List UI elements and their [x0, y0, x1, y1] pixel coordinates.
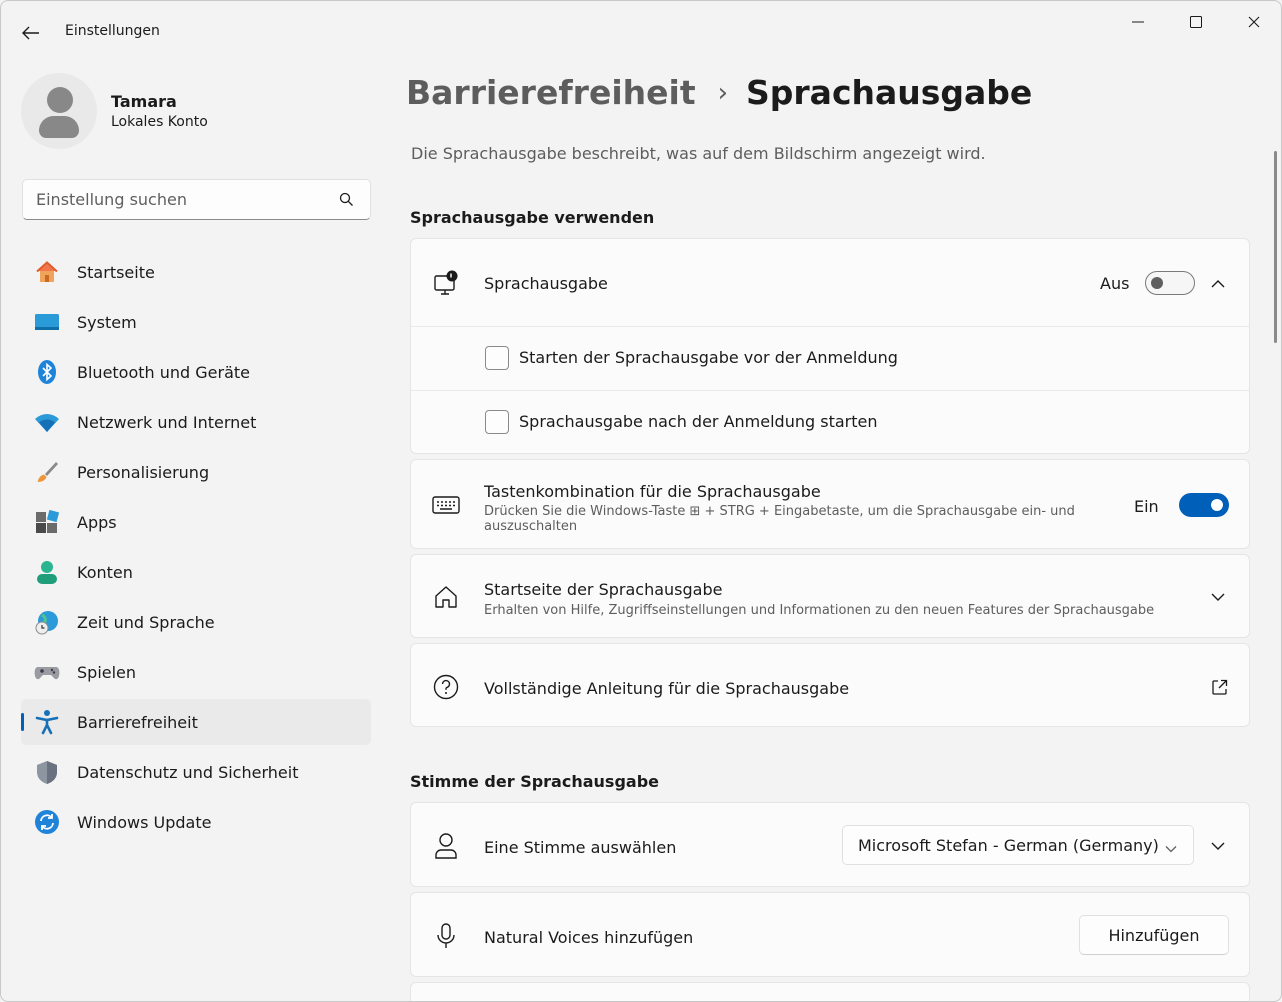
app-title: Einstellungen: [65, 23, 160, 39]
apps-icon: [33, 508, 61, 536]
person-icon: [33, 558, 61, 586]
accessibility-icon: [33, 708, 61, 736]
close-icon: [1248, 16, 1260, 28]
breadcrumb: Barrierefreiheit › Sprachausgabe: [406, 73, 1032, 112]
narrator-icon: [431, 268, 461, 298]
gamepad-icon: [33, 658, 61, 686]
checkbox-after-login[interactable]: [485, 410, 509, 434]
shortcut-label: Tastenkombination für die Sprachausgabe: [484, 482, 821, 501]
narrator-label: Sprachausgabe: [484, 274, 608, 293]
narrator-card: Sprachausgabe Aus Starten der Sprachausg…: [410, 238, 1250, 454]
natural-voices-card: Natural Voices hinzufügen Hinzufügen: [410, 892, 1250, 977]
brush-icon: [33, 458, 61, 486]
sidebar-item-zeit-sprache[interactable]: Zeit und Sprache: [21, 599, 371, 645]
help-icon: [431, 672, 461, 702]
sidebar-item-bluetooth[interactable]: Bluetooth und Geräte: [21, 349, 371, 395]
sidebar-item-apps[interactable]: Apps: [21, 499, 371, 545]
full-guide-card[interactable]: Vollständige Anleitung für die Sprachaus…: [410, 643, 1250, 727]
page-description: Die Sprachausgabe beschreibt, was auf de…: [411, 144, 986, 163]
wifi-icon: [33, 408, 61, 436]
bluetooth-icon: [33, 358, 61, 386]
sidebar-item-konten[interactable]: Konten: [21, 549, 371, 595]
narrator-home-card[interactable]: Startseite der Sprachausgabe Erhalten vo…: [410, 554, 1250, 638]
external-link-icon[interactable]: [1209, 677, 1229, 697]
page-title: Sprachausgabe: [746, 73, 1033, 112]
voice-dropdown-value: Microsoft Stefan - German (Germany): [858, 836, 1159, 855]
chevron-up-icon[interactable]: [1208, 273, 1228, 293]
voice-label: Eine Stimme auswählen: [484, 838, 677, 857]
option-label-before-login: Starten der Sprachausgabe vor der Anmeld…: [519, 348, 898, 367]
section-title-use: Sprachausgabe verwenden: [410, 208, 655, 227]
search-icon[interactable]: [339, 192, 354, 211]
profile-name: Tamara: [111, 92, 177, 111]
shortcut-description-line1: Drücken Sie die Windows-Taste ⊞ + STRG +…: [484, 504, 1075, 519]
voice-card: Eine Stimme auswählen Microsoft Stefan -…: [410, 802, 1250, 887]
voice-dropdown[interactable]: Microsoft Stefan - German (Germany): [842, 825, 1194, 865]
sidebar-item-windows-update[interactable]: Windows Update: [21, 799, 371, 845]
sidebar-item-datenschutz[interactable]: Datenschutz und Sicherheit: [21, 749, 371, 795]
keyboard-icon: [431, 490, 461, 520]
globe-clock-icon: [33, 608, 61, 636]
narrator-home-description: Erhalten von Hilfe, Zugriffseinstellunge…: [484, 603, 1155, 618]
natural-voices-label: Natural Voices hinzufügen: [484, 928, 694, 947]
section-title-voice: Stimme der Sprachausgabe: [410, 772, 659, 791]
sidebar-item-system[interactable]: System: [21, 299, 371, 345]
microphone-icon: [431, 921, 461, 951]
option-row-before-login[interactable]: Starten der Sprachausgabe vor der Anmeld…: [411, 327, 1249, 390]
user-profile[interactable]: Tamara Lokales Konto: [21, 73, 208, 149]
option-label-after-login: Sprachausgabe nach der Anmeldung starten: [519, 412, 878, 431]
narrator-home-label: Startseite der Sprachausgabe: [484, 580, 723, 599]
checkbox-before-login[interactable]: [485, 346, 509, 370]
sidebar-nav: Startseite System Bluetooth und Geräte N…: [21, 249, 371, 849]
sidebar-item-spielen[interactable]: Spielen: [21, 649, 371, 695]
shortcut-description-line2: auszuschalten: [484, 519, 578, 534]
scrollbar[interactable]: [1274, 151, 1277, 343]
sidebar-item-netzwerk[interactable]: Netzwerk und Internet: [21, 399, 371, 445]
option-row-after-login[interactable]: Sprachausgabe nach der Anmeldung starten: [411, 391, 1249, 454]
update-icon: [33, 808, 61, 836]
sidebar-item-barrierefreiheit[interactable]: Barrierefreiheit: [21, 699, 371, 745]
profile-account-type: Lokales Konto: [111, 114, 208, 130]
settings-window: Einstellungen Tamara Lokales Konto Einst…: [0, 0, 1282, 1002]
person-outline-icon: [431, 831, 461, 861]
dropdown-chevron-icon: [1165, 838, 1177, 857]
back-button[interactable]: [15, 19, 47, 47]
sidebar-item-startseite[interactable]: Startseite: [21, 249, 371, 295]
narrator-row[interactable]: Sprachausgabe Aus: [411, 239, 1249, 326]
close-button[interactable]: [1225, 1, 1281, 43]
add-voices-button[interactable]: Hinzufügen: [1079, 915, 1229, 955]
avatar: [21, 73, 97, 149]
narrator-toggle[interactable]: [1145, 271, 1195, 295]
maximize-button[interactable]: [1167, 1, 1225, 43]
shortcut-toggle[interactable]: [1179, 493, 1229, 517]
breadcrumb-separator: ›: [717, 77, 729, 108]
shortcut-toggle-state: Ein: [1134, 497, 1159, 516]
system-icon: [33, 308, 61, 336]
title-bar: Einstellungen: [1, 1, 1281, 63]
chevron-down-icon[interactable]: [1208, 587, 1228, 607]
minimize-button[interactable]: [1109, 1, 1167, 43]
full-guide-label: Vollständige Anleitung für die Sprachaus…: [484, 679, 850, 698]
search-input[interactable]: [36, 190, 326, 209]
home-outline-icon: [431, 582, 461, 612]
arrow-left-icon: [22, 26, 39, 40]
maximize-icon: [1190, 16, 1202, 28]
sidebar-item-personalisierung[interactable]: Personalisierung: [21, 449, 371, 495]
chevron-down-icon[interactable]: [1208, 836, 1228, 856]
next-card-partial: [410, 982, 1250, 1001]
search-box: [22, 179, 371, 220]
home-icon: [33, 258, 61, 286]
shield-icon: [33, 758, 61, 786]
narrator-toggle-state: Aus: [1100, 274, 1130, 293]
minimize-icon: [1132, 21, 1144, 23]
shortcut-card: Tastenkombination für die Sprachausgabe …: [410, 459, 1250, 549]
breadcrumb-parent[interactable]: Barrierefreiheit: [406, 73, 696, 112]
